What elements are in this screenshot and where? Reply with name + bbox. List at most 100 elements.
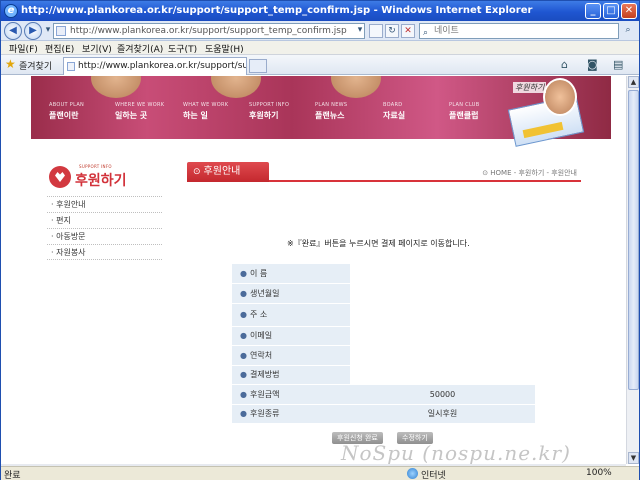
section-header: ⊙ 후원안내 ⊙ HOME - 후원하기 - 후원안내 [187, 162, 581, 182]
section-logo: SUPPORT INFO 후원하기 [49, 162, 169, 192]
nav-about-plan[interactable]: ABOUT PLAN 플랜이란 [49, 102, 84, 121]
status-bar: 완료 인터넷 100% [1, 466, 639, 481]
nav-plan-news[interactable]: PLAN NEWS 플랜뉴스 [315, 102, 347, 121]
refresh-button[interactable]: ↻ [385, 24, 399, 38]
zoom-level[interactable]: 100% [586, 468, 612, 478]
sidebar-item-letter[interactable]: · 편지 [47, 212, 162, 228]
menu-view[interactable]: 보기(V) [82, 42, 112, 55]
row-label: ● 이메일 [232, 326, 350, 346]
scroll-down-icon[interactable]: ▼ [628, 452, 639, 464]
table-row: ● 생년월일 [232, 283, 535, 304]
internet-zone-icon [407, 468, 418, 479]
scroll-thumb[interactable] [628, 90, 639, 390]
favorites-bar: ★ 즐겨찾기 http://www.plankorea.or.kr/suppor… [1, 55, 639, 75]
section-title: ⊙ 후원안내 [187, 162, 269, 182]
child-face-photo [543, 78, 577, 116]
table-row: ● 연락처 [232, 345, 535, 366]
row-value [350, 283, 535, 304]
vertical-scrollbar[interactable]: ▲ ▼ [626, 76, 639, 464]
table-row: ● 결제방법 [232, 365, 535, 385]
menu-favorites[interactable]: 즐겨찾기(A) [117, 42, 163, 55]
address-dropdown-icon[interactable]: ▾ [353, 24, 367, 38]
security-zone: 인터넷 [421, 471, 446, 481]
title-bar: e http://www.plankorea.or.kr/support/sup… [1, 1, 639, 21]
heart-logo-icon [49, 166, 71, 188]
window-title: http://www.plankorea.or.kr/support/suppo… [21, 5, 533, 16]
row-label: ● 결제방법 [232, 365, 350, 385]
row-value: 일시후원 [350, 404, 535, 424]
banner-signature: 후원하기 [513, 82, 547, 93]
banner-envelope-image: 후원하기 [501, 76, 587, 148]
logo-subtitle: SUPPORT INFO [79, 164, 112, 169]
new-tab-button[interactable] [249, 59, 267, 73]
row-value [350, 326, 535, 346]
search-input[interactable]: ⌕ 네이트 [419, 23, 619, 39]
tab-current[interactable]: http://www.plankorea.or.kr/support/suppo… [63, 57, 247, 75]
status-text: 완료 [4, 471, 21, 481]
menu-bar: 파일(F) 편집(E) 보기(V) 즐겨찾기(A) 도구(T) 도움말(H) [1, 41, 639, 55]
logo-title: 후원하기 [75, 173, 127, 189]
nav-support-info[interactable]: SUPPORT INFO 후원하기 [249, 102, 289, 121]
notice-text: ※『완료』버튼을 누르시면 결제 페이지로 이동합니다. [287, 239, 470, 248]
address-text: http://www.plankorea.or.kr/support/suppo… [70, 26, 347, 36]
tab-page-icon [67, 62, 75, 71]
search-go-icon[interactable]: ⌕ [621, 24, 635, 38]
maximize-button[interactable]: □ [603, 3, 619, 19]
scroll-up-icon[interactable]: ▲ [628, 76, 639, 88]
menu-tools[interactable]: 도구(T) [168, 42, 197, 55]
nav-plan-club[interactable]: PLAN CLUB 플랜클럽 [449, 102, 479, 121]
address-input[interactable]: http://www.plankorea.or.kr/support/suppo… [53, 23, 365, 39]
banner-child-photo [211, 76, 261, 98]
feeds-icon[interactable]: ◙ [587, 58, 598, 71]
stop-button[interactable]: ✕ [401, 24, 415, 38]
search-icon: ⌕ [423, 28, 429, 38]
sidebar-item-guide[interactable]: · 후원안내 [47, 196, 162, 212]
breadcrumb: ⊙ HOME - 후원하기 - 후원안내 [482, 169, 577, 177]
row-value [350, 365, 535, 385]
banner-child-photo [91, 76, 141, 98]
nav-board[interactable]: BOARD 자료실 [383, 102, 405, 121]
table-row: ● 후원금액 50000 [232, 384, 535, 405]
browser-window: e http://www.plankorea.or.kr/support/sup… [0, 0, 640, 481]
ie-logo-icon: e [4, 4, 18, 18]
forward-button[interactable]: ▶ [24, 22, 42, 40]
row-label: ● 후원종류 [232, 404, 350, 424]
menu-edit[interactable]: 편집(E) [45, 42, 74, 55]
confirm-table: ● 이 름 ● 생년월일 ● 주 소 ● 이메일 ● 연락처 ● 결제방법 ● 후원금액 500… [232, 264, 535, 424]
nav-what-we-work[interactable]: WHAT WE WORK 하는 일 [183, 102, 228, 121]
table-row: ● 이메일 [232, 326, 535, 346]
table-row: ● 이 름 [232, 264, 535, 284]
row-label: ● 연락처 [232, 345, 350, 366]
close-button[interactable]: ✕ [621, 3, 637, 19]
address-toolbar: ◀ ▶ ▾ http://www.plankorea.or.kr/support… [1, 21, 639, 41]
print-icon[interactable]: ▤ [613, 58, 623, 71]
table-row: ● 주 소 [232, 303, 535, 327]
banner-child-photo [331, 76, 381, 98]
tab-title: http://www.plankorea.or.kr/support/suppo… [78, 61, 246, 71]
target-icon: ⊙ [193, 167, 201, 177]
nav-where-we-work[interactable]: WHERE WE WORK 일하는 곳 [115, 102, 164, 121]
row-value [350, 303, 535, 327]
search-placeholder: 네이트 [434, 26, 459, 36]
row-label: ● 이 름 [232, 264, 350, 284]
row-label: ● 후원금액 [232, 384, 350, 405]
back-button[interactable]: ◀ [4, 22, 22, 40]
watermark-text: NoSpu (nospu.ne.kr) [341, 441, 571, 465]
page-icon [56, 26, 66, 36]
row-value [350, 264, 535, 284]
row-label: ● 주 소 [232, 303, 350, 327]
minimize-button[interactable]: _ [585, 3, 601, 19]
sidebar-item-volunteer[interactable]: · 자원봉사 [47, 244, 162, 260]
side-nav: · 후원안내 · 편지 · 아동방문 · 자원봉사 [47, 196, 162, 260]
home-icon[interactable]: ⌂ [561, 58, 568, 71]
row-label: ● 생년월일 [232, 283, 350, 304]
favorites-button[interactable]: 즐겨찾기 [19, 59, 52, 72]
favorites-star-icon[interactable]: ★ [5, 57, 16, 71]
sidebar-item-child-visit[interactable]: · 아동방문 [47, 228, 162, 244]
menu-help[interactable]: 도움말(H) [205, 42, 244, 55]
row-value [350, 345, 535, 366]
compat-view-icon[interactable] [369, 24, 383, 38]
row-value: 50000 [350, 384, 535, 405]
table-row: ● 후원종류 일시후원 [232, 404, 535, 424]
menu-file[interactable]: 파일(F) [9, 42, 38, 55]
